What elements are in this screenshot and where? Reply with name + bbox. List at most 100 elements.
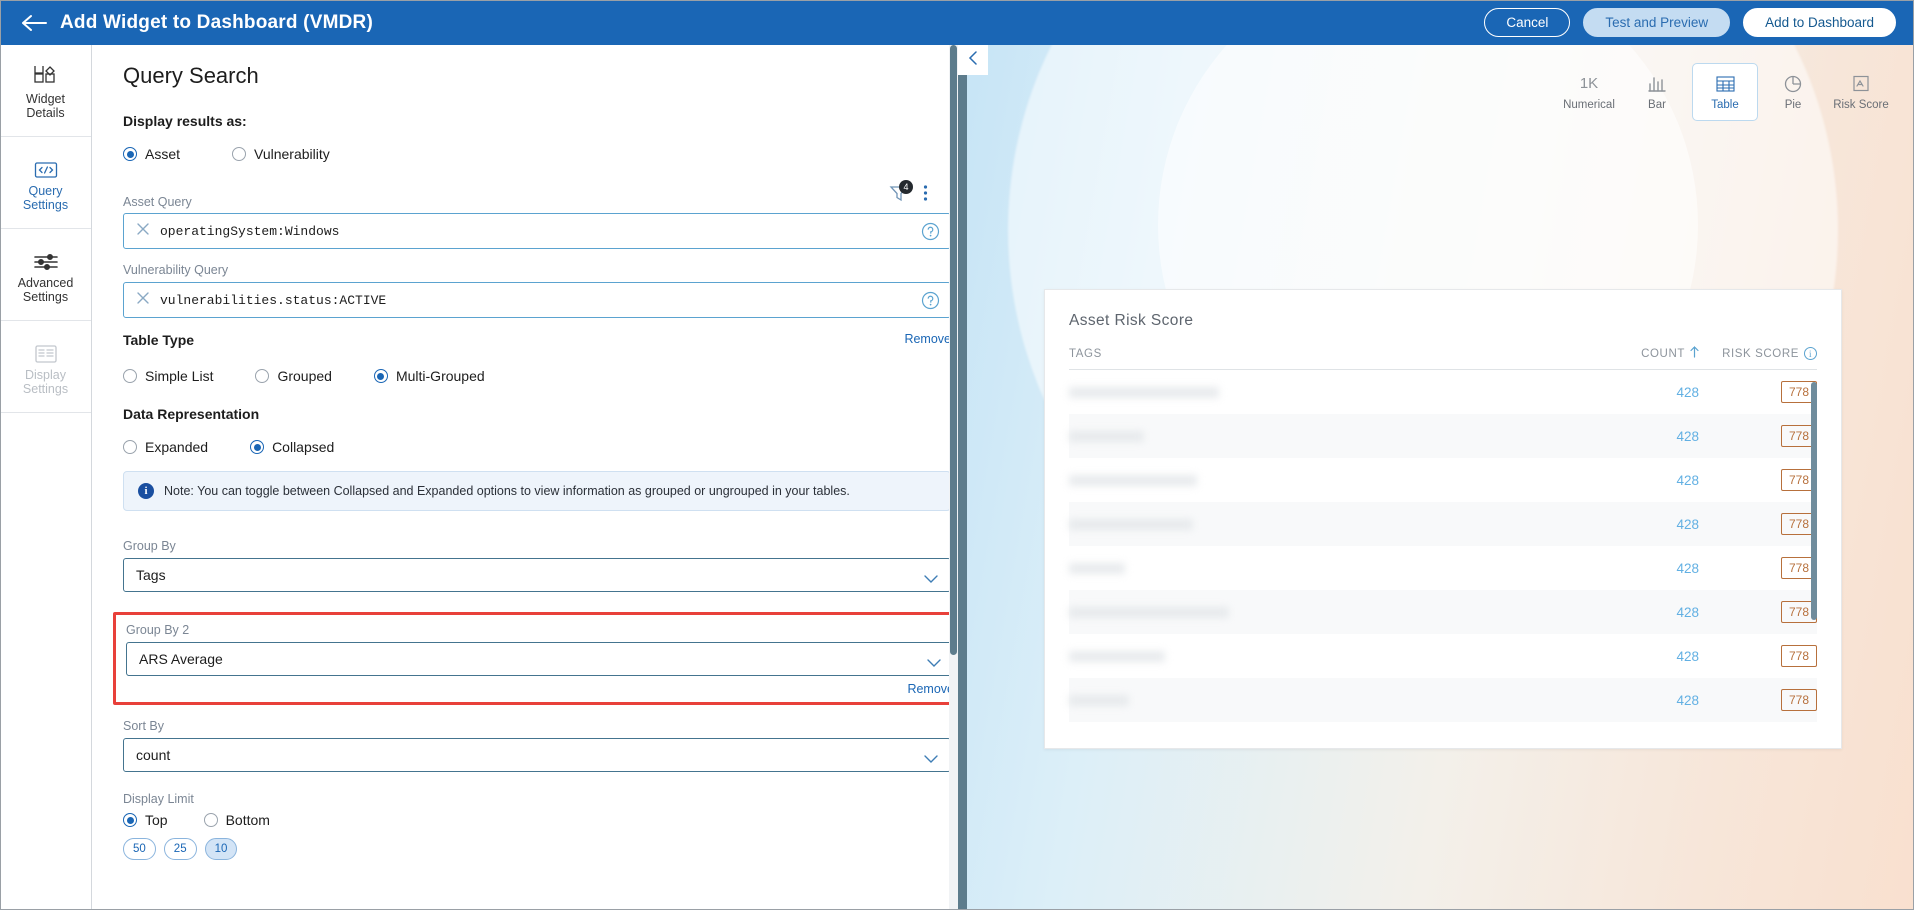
code-brackets-icon: [34, 154, 58, 180]
radio-expanded[interactable]: Expanded: [123, 439, 208, 455]
radio-multi-grouped-control[interactable]: [373, 369, 388, 383]
info-circle-icon[interactable]: i: [1804, 347, 1817, 360]
widget-table-scrollbar[interactable]: [1811, 382, 1817, 682]
table-row[interactable]: 428 778: [1069, 590, 1817, 634]
group-by-select[interactable]: Tags: [123, 558, 951, 592]
radio-top-label: Top: [145, 812, 168, 828]
sidebar-item-label: Advanced: [17, 275, 74, 290]
chart-type-label: Risk Score: [1833, 98, 1889, 111]
radio-expanded-label: Expanded: [145, 439, 209, 455]
limit-pill-25[interactable]: 25: [163, 838, 197, 860]
cancel-button[interactable]: Cancel: [1484, 8, 1571, 37]
question-mark-icon[interactable]: [921, 222, 940, 246]
cell-count[interactable]: 428: [1579, 605, 1699, 620]
cell-count[interactable]: 428: [1579, 429, 1699, 444]
vulnerability-query-label: Vulnerability Query: [123, 263, 229, 277]
kebab-menu-icon[interactable]: [923, 184, 928, 207]
arrow-left-icon[interactable]: [18, 6, 52, 40]
cell-tag: [1069, 650, 1579, 662]
sidebar-item-display-settings[interactable]: Display Settings: [0, 321, 91, 413]
cell-risk-score: 778: [1699, 469, 1817, 491]
arrow-up-icon[interactable]: [1690, 346, 1699, 361]
chevron-left-icon: [968, 50, 978, 70]
group-by-label: Group By: [123, 539, 176, 553]
risk-score-icon: [1852, 74, 1870, 94]
chart-type-selector: 1K Numerical Bar Table Pie Risk Score: [1556, 63, 1894, 121]
chart-type-bar[interactable]: Bar: [1624, 63, 1690, 121]
radio-vulnerability[interactable]: Vulnerability: [232, 146, 330, 162]
close-x-icon[interactable]: [136, 222, 150, 241]
table-row[interactable]: 428 778: [1069, 546, 1817, 590]
radio-asset[interactable]: Asset: [123, 146, 180, 162]
data-representation-label: Data Representation: [123, 406, 260, 422]
chart-type-label: Table: [1711, 98, 1739, 111]
radio-grouped[interactable]: Grouped: [255, 368, 332, 384]
chart-type-pie[interactable]: Pie: [1760, 63, 1826, 121]
radio-simple-list-label: Simple List: [145, 368, 214, 384]
chevron-down-icon: [924, 571, 938, 587]
table-row[interactable]: 428 778: [1069, 502, 1817, 546]
page-title: Query Search: [123, 63, 259, 88]
cell-count[interactable]: 428: [1579, 693, 1699, 708]
radio-grouped-control[interactable]: [255, 369, 270, 383]
radio-collapsed[interactable]: Collapsed: [250, 439, 334, 455]
limit-pill-10[interactable]: 10: [204, 838, 238, 860]
cell-count[interactable]: 428: [1579, 561, 1699, 576]
cell-count[interactable]: 428: [1579, 649, 1699, 664]
radio-simple-list-control[interactable]: [123, 369, 137, 383]
form-scrollbar[interactable]: [949, 45, 958, 910]
radio-collapsed-control[interactable]: [250, 440, 265, 454]
sidebar-item-advanced-settings[interactable]: Advanced Settings: [0, 229, 91, 321]
display-results-label: Display results as:: [123, 113, 247, 129]
sidebar-item-widget-details[interactable]: Widget Details: [0, 45, 91, 137]
sidebar-item-query-settings[interactable]: Query Settings: [0, 137, 91, 229]
cell-count[interactable]: 428: [1579, 517, 1699, 532]
table-body: 428 778 428 778 428 778 428 778 428 778 …: [1069, 370, 1817, 722]
table-row[interactable]: 428 778: [1069, 678, 1817, 722]
question-mark-icon[interactable]: [921, 291, 940, 315]
info-note: i Note: You can toggle between Collapsed…: [123, 471, 951, 511]
cell-tag: [1069, 562, 1579, 574]
radio-expanded-control[interactable]: [123, 440, 137, 454]
widget-table-scrollbar-thumb[interactable]: [1811, 382, 1817, 620]
column-header-count[interactable]: COUNT: [1579, 346, 1699, 361]
column-header-risk-score[interactable]: RISK SCORE i: [1699, 347, 1817, 360]
collapse-panel-button[interactable]: [958, 45, 988, 75]
vulnerability-query-remove-link[interactable]: Remove: [904, 332, 951, 346]
add-to-dashboard-button[interactable]: Add to Dashboard: [1743, 8, 1896, 37]
asset-query-tools: 4: [889, 180, 928, 209]
column-header-risk-label: RISK SCORE: [1722, 347, 1799, 360]
sort-by-value: count: [136, 747, 171, 763]
radio-bottom-control[interactable]: [203, 813, 218, 827]
cell-count[interactable]: 428: [1579, 473, 1699, 488]
chart-type-risk-score[interactable]: Risk Score: [1828, 63, 1894, 121]
radio-top[interactable]: Top: [123, 812, 168, 828]
form-scrollbar-thumb[interactable]: [950, 45, 957, 655]
table-row[interactable]: 428 778: [1069, 414, 1817, 458]
funnel-icon[interactable]: 4: [889, 180, 913, 207]
table-row[interactable]: 428 778: [1069, 634, 1817, 678]
close-x-icon[interactable]: [136, 291, 150, 310]
sort-by-select[interactable]: count: [123, 738, 951, 772]
table-row[interactable]: 428 778: [1069, 458, 1817, 502]
radio-vulnerability-control[interactable]: [232, 147, 247, 161]
radio-multi-grouped[interactable]: Multi-Grouped: [373, 368, 485, 384]
table-row[interactable]: 428 778: [1069, 370, 1817, 414]
chart-type-table[interactable]: Table: [1692, 63, 1758, 121]
top-bar: Add Widget to Dashboard (VMDR) Cancel Te…: [0, 0, 1914, 45]
group-by-2-select[interactable]: ARS Average: [126, 642, 954, 676]
vulnerability-query-input[interactable]: vulnerabilities.status:ACTIVE: [123, 282, 951, 318]
chart-type-label: Numerical: [1563, 98, 1615, 111]
column-header-tags[interactable]: TAGS: [1069, 348, 1579, 360]
chart-type-numerical[interactable]: 1K Numerical: [1556, 63, 1622, 121]
limit-pill-50[interactable]: 50: [123, 838, 156, 860]
radio-simple-list[interactable]: Simple List: [123, 368, 213, 384]
radio-top-control[interactable]: [123, 813, 137, 827]
asset-query-input[interactable]: operatingSystem:Windows: [123, 213, 951, 249]
radio-asset-control[interactable]: [123, 147, 137, 161]
cell-count[interactable]: 428: [1579, 385, 1699, 400]
panel-divider[interactable]: [958, 75, 967, 910]
test-and-preview-button[interactable]: Test and Preview: [1583, 8, 1731, 37]
radio-bottom[interactable]: Bottom: [203, 812, 270, 828]
group-by-2-remove-link[interactable]: Remove: [126, 682, 954, 696]
